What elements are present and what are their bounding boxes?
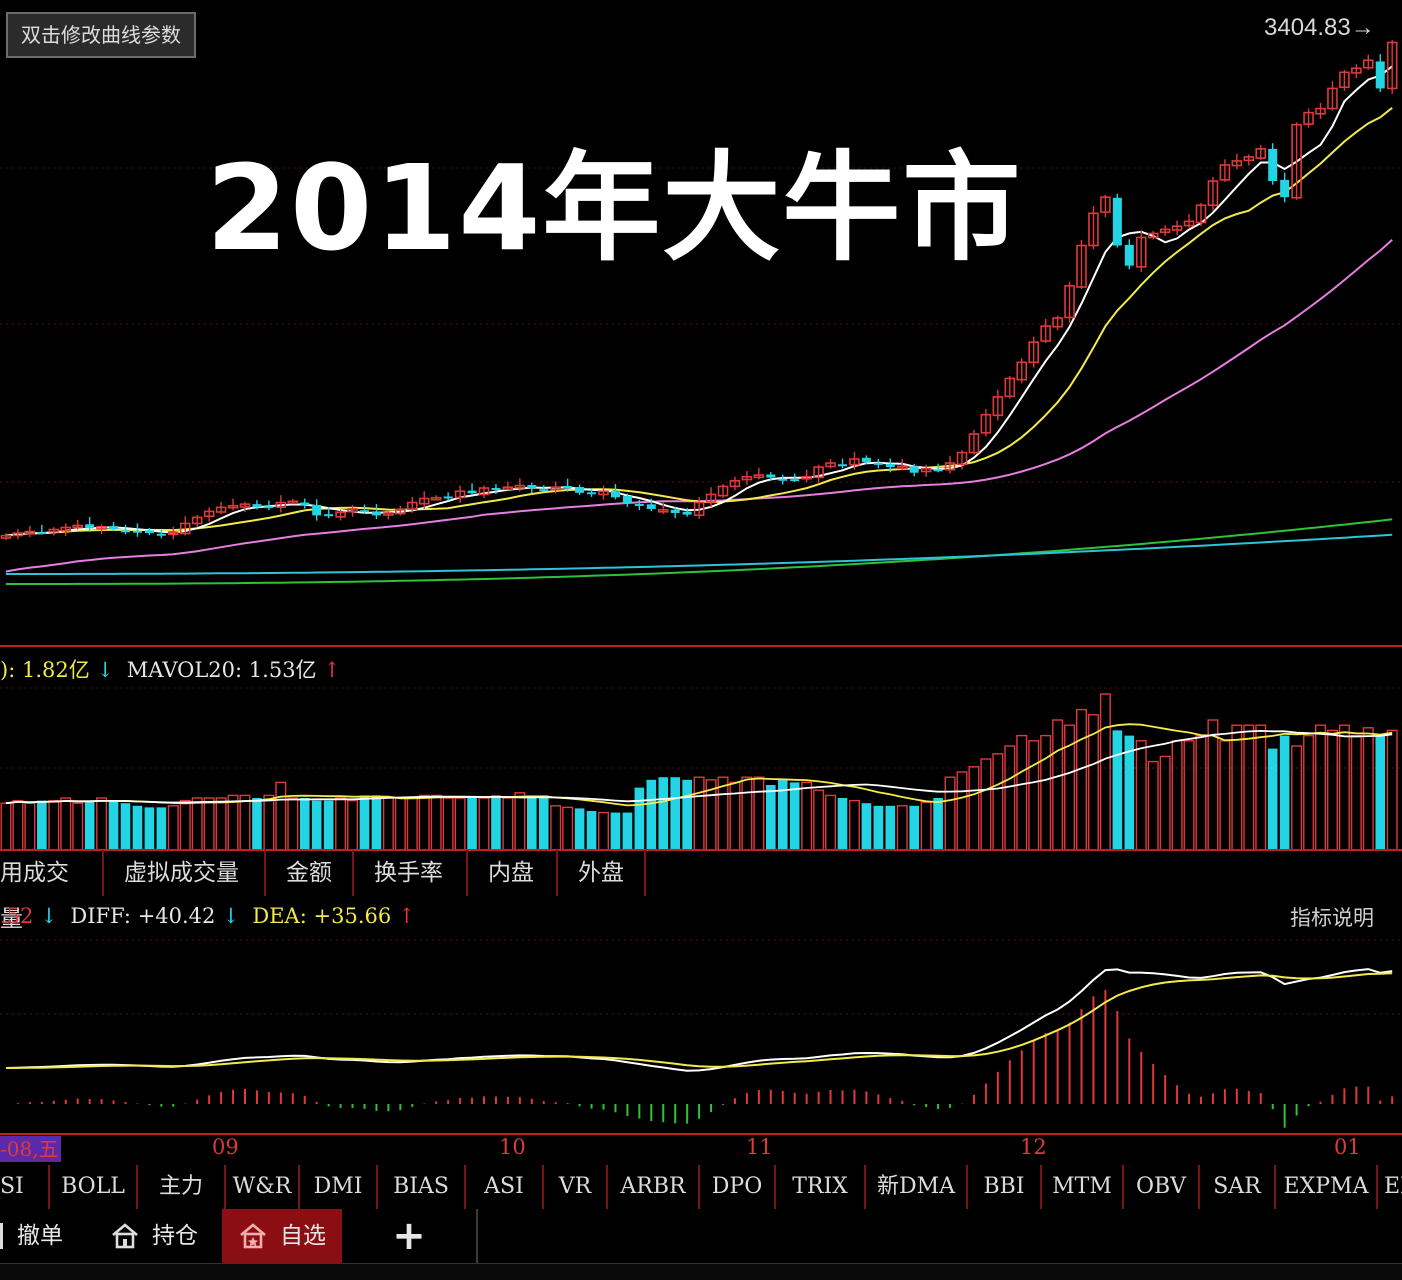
indicator-help-link[interactable]: 指标说明 [1290, 902, 1374, 932]
mavol10-prefix: ): [0, 658, 16, 682]
macd-value: .52 [0, 904, 34, 928]
mavol10-value: 1.82亿 [21, 658, 90, 682]
cancel-order-label: 撤单 [17, 1223, 63, 1249]
tab-wr[interactable]: W&R [226, 1165, 300, 1209]
tab-mtm[interactable]: MTM [1042, 1165, 1124, 1209]
volume-legend: ): 1.82亿 ↓ MAVOL20: 1.53亿 ↑ [0, 654, 341, 684]
macd-legend: .52 ↓ DIFF: +40.42 ↓ DEA: +35.66 ↑ [0, 904, 416, 928]
plus-icon: + [392, 1213, 426, 1259]
watchlist-button[interactable]: 自选 [222, 1209, 342, 1263]
edit-curve-params-button[interactable]: 双击修改曲线参数 [6, 12, 196, 58]
tab-new-dma[interactable]: 新DMA [866, 1165, 968, 1209]
volume-tabs: 用成交量 虚拟成交量 金额 换手率 内盘 外盘 [0, 850, 646, 932]
bottom-action-bar: 撤单 持仓 自选 + [0, 1209, 1402, 1263]
tab-dpo[interactable]: DPO [700, 1165, 776, 1209]
diff-arrow: ↓ [222, 904, 240, 928]
diff-value: +40.42 [137, 904, 216, 928]
price-high-label: 3404.83→ [1264, 14, 1375, 41]
tab-virtual-volume[interactable]: 虚拟成交量 [104, 850, 266, 896]
month-label-12: 12 [1020, 1135, 1047, 1159]
banner-title: 2014年大牛市 [206, 139, 1023, 277]
watchlist-home-icon [240, 1223, 266, 1249]
holdings-label: 持仓 [152, 1223, 198, 1249]
tab-bias[interactable]: BIAS [378, 1165, 466, 1209]
holdings-button[interactable]: 持仓 [86, 1209, 222, 1263]
tab-rsi[interactable]: SI [0, 1165, 50, 1209]
tab-main-force[interactable]: 主力 [138, 1165, 226, 1209]
add-button[interactable]: + [342, 1209, 478, 1263]
mavol20-arrow: ↑ [323, 658, 341, 682]
dea-line [5, 972, 1393, 1069]
dea-value: +35.66 [313, 904, 392, 928]
tab-outer[interactable]: 外盘 [558, 850, 646, 896]
home-icon [112, 1223, 138, 1249]
tab-arbr[interactable]: ARBR [608, 1165, 700, 1209]
tab-dmi[interactable]: DMI [300, 1165, 378, 1209]
tab-sar[interactable]: SAR [1200, 1165, 1276, 1209]
tab-inner[interactable]: 内盘 [468, 850, 558, 896]
dea-arrow: ↑ [397, 904, 416, 928]
diff-line [5, 968, 1393, 1072]
mavol10-arrow: ↓ [96, 658, 115, 682]
month-label-10: 10 [499, 1135, 526, 1159]
tab-asi[interactable]: ASI [466, 1165, 544, 1209]
diff-label: DIFF: [70, 904, 131, 928]
tab-bbi[interactable]: BBI [968, 1165, 1042, 1209]
tab-volume[interactable]: 用成交量 [0, 850, 104, 932]
tab-boll[interactable]: BOLL [50, 1165, 138, 1209]
month-label-11: 11 [746, 1135, 773, 1159]
tab-amount[interactable]: 金额 [266, 850, 354, 896]
dea-label: DEA: [252, 904, 307, 928]
current-date-label: -08,五 [0, 1136, 61, 1162]
month-label-09: 09 [212, 1135, 239, 1159]
ticker-strip [0, 1263, 1402, 1280]
cancel-order-icon [0, 1223, 3, 1249]
tab-turnover[interactable]: 换手率 [354, 850, 468, 896]
tab-trix[interactable]: TRIX [776, 1165, 866, 1209]
macd-arrow: ↓ [40, 904, 58, 928]
tab-obv[interactable]: OBV [1124, 1165, 1200, 1209]
watchlist-label: 自选 [280, 1223, 326, 1249]
tab-vr[interactable]: VR [544, 1165, 608, 1209]
month-label-01: 01 [1334, 1135, 1361, 1159]
cancel-order-button[interactable]: 撤单 [0, 1209, 86, 1263]
indicator-tabs: SI BOLL 主力 W&R DMI BIAS ASI VR ARBR DPO … [0, 1165, 1402, 1209]
tab-expma[interactable]: EXPMA [1276, 1165, 1378, 1209]
mavol20-value: 1.53亿 [248, 658, 317, 682]
tab-ene[interactable]: EN [1378, 1165, 1402, 1209]
mavol20-label: MAVOL20: [126, 658, 243, 682]
